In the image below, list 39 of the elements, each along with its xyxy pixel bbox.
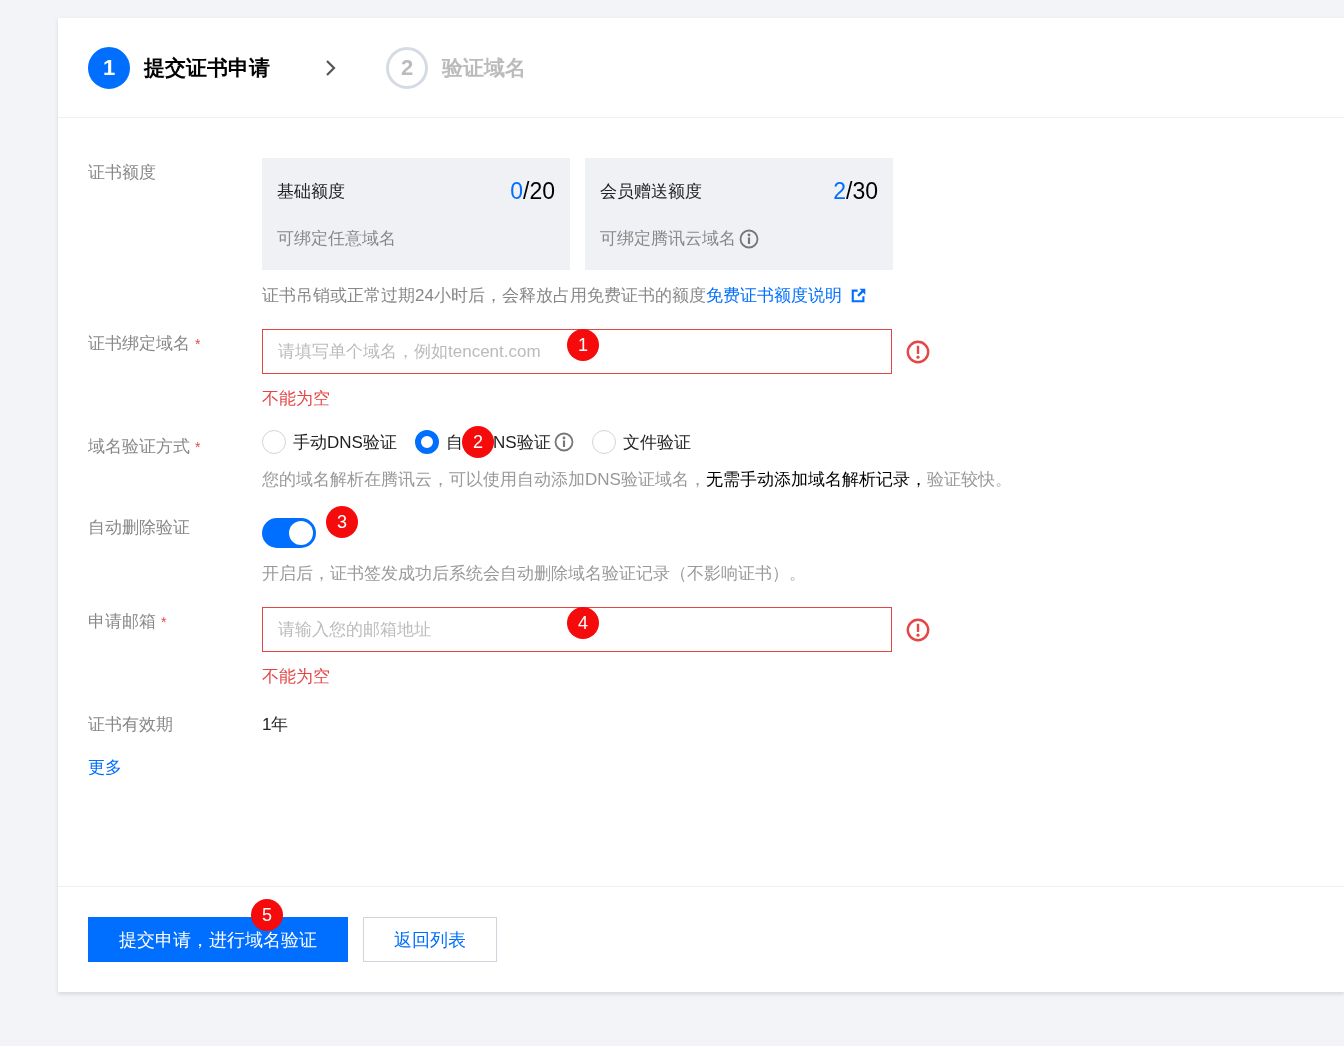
quota-title: 基础额度 — [277, 181, 345, 203]
field-label: 证书绑定域名 — [88, 334, 190, 353]
radio-label[interactable]: NS验证 — [492, 430, 551, 454]
radio-button[interactable] — [414, 430, 439, 454]
radio-label[interactable]: 手动DNS验证 — [293, 430, 397, 454]
help-text: 您的域名解析在腾讯云，可以使用自动添加DNS验证域名，无需手动添加域名解析记录，验证较快。 — [262, 469, 1013, 491]
step-marker: 3 — [326, 506, 358, 538]
radio-label[interactable]: 自 — [445, 430, 463, 454]
back-button[interactable]: 返回列表 — [363, 917, 497, 962]
field-label: 自动删除验证 — [88, 518, 190, 537]
field-label: 证书有效期 — [88, 715, 173, 734]
field-label: 证书额度 — [88, 163, 156, 182]
field-label: 域名验证方式 — [88, 437, 190, 456]
error-icon — [906, 617, 930, 642]
quota-description: 可绑定腾讯云域名 — [600, 228, 736, 250]
step-number: 1 — [88, 46, 130, 89]
help-text: 证书吊销或正常过期24小时后，会释放占用免费证书的额度 — [262, 285, 706, 307]
field-value: 1年 — [262, 714, 290, 736]
required-mark: * — [161, 614, 167, 630]
step-marker: 5 — [251, 899, 283, 931]
toggle-switch[interactable] — [262, 518, 316, 548]
error-message: 不能为空 — [262, 388, 331, 410]
quota-count: 2/30 — [833, 178, 878, 205]
more-link[interactable]: 更多 — [88, 756, 122, 779]
external-link-icon — [849, 287, 867, 304]
quota-count: 0/20 — [510, 178, 555, 205]
step-title[interactable]: 提交证书申请 — [144, 53, 270, 82]
quota-title: 会员赠送额度 — [600, 181, 702, 203]
quota-description: 可绑定任意域名 — [277, 228, 396, 250]
required-mark: * — [195, 336, 201, 352]
error-message: 不能为空 — [262, 666, 331, 688]
help-link[interactable]: 免费证书额度说明 — [705, 284, 842, 307]
step-number: 2 — [386, 46, 428, 89]
step-marker: 2 — [461, 426, 494, 458]
field-label: 申请邮箱 — [88, 612, 156, 631]
error-icon — [906, 339, 930, 364]
radio-label[interactable]: 文件验证 — [622, 430, 691, 454]
required-mark: * — [195, 439, 201, 455]
help-text: 开启后，证书签发成功后系统会自动删除域名验证记录（不影响证书）。 — [262, 563, 807, 585]
